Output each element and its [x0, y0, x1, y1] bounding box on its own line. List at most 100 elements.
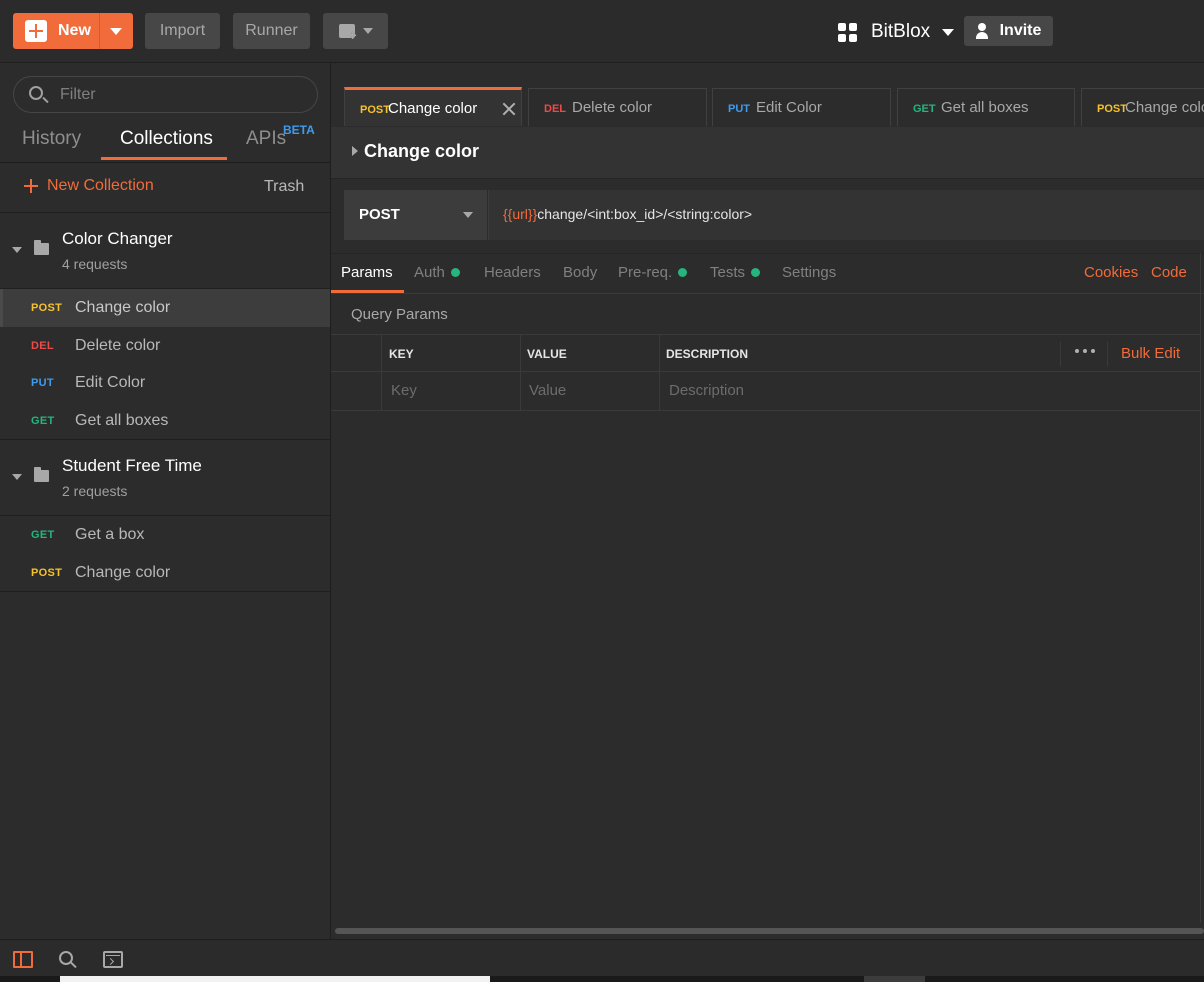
- method-badge: GET: [31, 414, 55, 427]
- query-params-table: KEY VALUE DESCRIPTION Bulk Edit Key Valu…: [331, 334, 1201, 412]
- tab-apis-label: APIs: [246, 128, 287, 149]
- find-replace-icon[interactable]: [59, 951, 73, 965]
- method-badge: PUT: [728, 103, 750, 115]
- request-item[interactable]: GET Get all boxes: [0, 402, 330, 440]
- column-divider: [659, 335, 660, 371]
- value-column-header: VALUE: [527, 347, 567, 361]
- folder-icon: [34, 240, 49, 255]
- collection-color-changer[interactable]: Color Changer 4 requests: [0, 213, 330, 289]
- status-dot: [678, 268, 688, 277]
- tab-params[interactable]: Params: [341, 264, 393, 281]
- tab-prereq[interactable]: Pre-req.: [618, 264, 688, 281]
- active-tab-indicator: [331, 290, 404, 293]
- url-input[interactable]: {{url}}change/<int:box_id>/<string:color…: [489, 190, 1204, 240]
- tab-change-color[interactable]: POST Change color: [344, 87, 522, 126]
- request-name: Get all boxes: [75, 411, 169, 429]
- value-input[interactable]: Value: [529, 382, 566, 399]
- collection-name: Student Free Time: [62, 456, 202, 475]
- key-column-header: KEY: [389, 347, 414, 361]
- tab-auth[interactable]: Auth: [414, 264, 460, 281]
- description-column-header: DESCRIPTION: [666, 347, 749, 361]
- method-badge: GET: [913, 103, 936, 115]
- runner-button[interactable]: Runner: [233, 13, 310, 49]
- request-title[interactable]: Change color: [364, 141, 479, 162]
- status-dot: [751, 268, 761, 277]
- chevron-down-icon[interactable]: [12, 474, 22, 480]
- collection-actions: New Collection Trash: [0, 163, 330, 213]
- main-panel: POST Change color DEL Delete color PUT E…: [331, 63, 1204, 939]
- filter-field[interactable]: [13, 76, 318, 113]
- request-name: Change color: [75, 299, 171, 316]
- workspace-grid-icon: [838, 22, 857, 42]
- tab-label: Delete color: [572, 99, 653, 116]
- request-name: Delete color: [75, 336, 161, 354]
- chevron-down-icon[interactable]: [12, 247, 22, 253]
- filter-input[interactable]: [60, 84, 300, 106]
- new-button-label: New: [58, 22, 91, 39]
- new-collection-button[interactable]: New Collection: [24, 177, 154, 195]
- description-input[interactable]: Description: [669, 382, 744, 399]
- tab-headers[interactable]: Headers: [484, 264, 541, 281]
- request-item[interactable]: PUT Edit Color: [0, 364, 330, 402]
- request-list: POST Change color DEL Delete color PUT E…: [0, 289, 330, 440]
- chevron-down-icon: [463, 212, 473, 218]
- bulk-edit-button[interactable]: Bulk Edit: [1121, 345, 1180, 362]
- column-divider: [520, 372, 521, 410]
- panel-divider: [1200, 253, 1201, 923]
- tab-tests-label: Tests: [710, 264, 746, 281]
- new-window-button[interactable]: [323, 13, 388, 49]
- column-divider: [1107, 342, 1108, 366]
- method-badge: POST: [31, 302, 63, 314]
- add-user-icon: [975, 23, 992, 39]
- method-badge: POST: [31, 566, 63, 579]
- tab-history[interactable]: History: [22, 128, 81, 150]
- import-button[interactable]: Import: [145, 13, 220, 49]
- request-item[interactable]: DEL Delete color: [0, 327, 330, 365]
- tab-tests[interactable]: Tests: [710, 264, 761, 281]
- query-params-label: Query Params: [351, 306, 448, 323]
- key-input[interactable]: Key: [391, 382, 417, 399]
- request-item[interactable]: GET Get a box: [0, 516, 330, 554]
- column-divider: [659, 372, 660, 410]
- request-item[interactable]: POST Change color: [0, 554, 330, 592]
- tab-change-color-2[interactable]: POST Change color: [1081, 88, 1204, 126]
- tab-prereq-label: Pre-req.: [618, 264, 673, 281]
- chevron-down-icon[interactable]: [110, 28, 122, 35]
- workspace-switcher[interactable]: BitBlox: [838, 18, 955, 46]
- method-select[interactable]: POST: [344, 190, 488, 240]
- tab-apis[interactable]: APIs BETA: [246, 123, 315, 150]
- tab-collections[interactable]: Collections: [120, 128, 213, 150]
- request-list: GET Get a box POST Change color: [0, 516, 330, 592]
- status-dot: [450, 268, 460, 277]
- trash-button[interactable]: Trash: [264, 178, 304, 196]
- method-badge: POST: [360, 104, 390, 116]
- beta-badge: BETA: [283, 123, 315, 137]
- method-select-value: POST: [359, 206, 400, 223]
- tab-get-all-boxes[interactable]: GET Get all boxes: [897, 88, 1075, 126]
- column-divider: [381, 372, 382, 410]
- horizontal-scrollbar[interactable]: [335, 928, 1204, 934]
- collection-name: Color Changer: [62, 229, 173, 248]
- console-icon[interactable]: [103, 951, 123, 968]
- collection-count: 4 requests: [62, 256, 128, 272]
- chevron-down-icon: [362, 28, 373, 34]
- taskbar-segment: [864, 976, 925, 982]
- url-bar: POST {{url}}change/<int:box_id>/<string:…: [344, 190, 1204, 240]
- collection-student-free-time[interactable]: Student Free Time 2 requests: [0, 440, 330, 516]
- close-icon[interactable]: [502, 102, 516, 116]
- invite-button[interactable]: Invite: [964, 16, 1053, 46]
- sidebar-toggle-icon[interactable]: [13, 951, 33, 968]
- code-link[interactable]: Code: [1151, 264, 1187, 281]
- tab-body[interactable]: Body: [563, 264, 597, 281]
- collection-count: 2 requests: [62, 483, 128, 499]
- tab-delete-color[interactable]: DEL Delete color: [528, 88, 707, 126]
- column-divider: [1060, 342, 1061, 366]
- tab-edit-color[interactable]: PUT Edit Color: [712, 88, 891, 126]
- more-options-icon[interactable]: [1075, 345, 1095, 357]
- cookies-link[interactable]: Cookies: [1084, 264, 1138, 281]
- chevron-right-icon[interactable]: [352, 146, 358, 156]
- tab-settings[interactable]: Settings: [782, 264, 836, 281]
- new-button[interactable]: New: [13, 13, 133, 49]
- request-item[interactable]: POST Change color: [0, 289, 330, 327]
- new-button-divider: [99, 13, 100, 49]
